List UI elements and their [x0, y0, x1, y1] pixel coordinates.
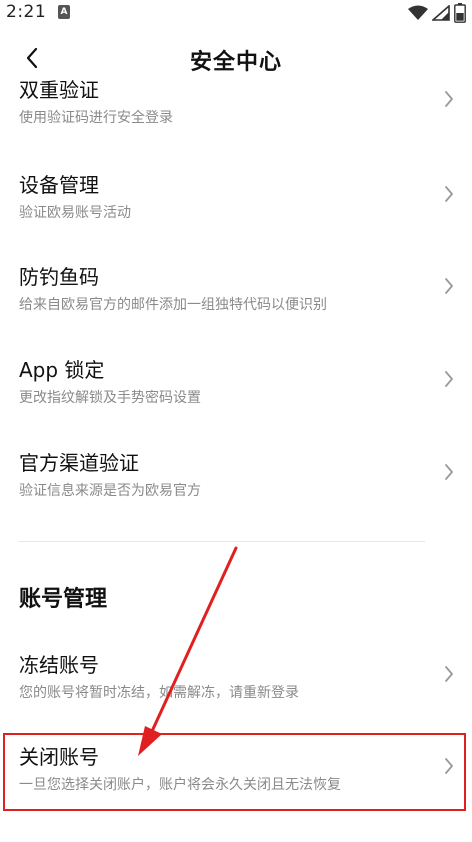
- item-title: App 锁定: [19, 358, 105, 382]
- chevron-right-icon: [445, 666, 453, 682]
- header: 安全中心: [0, 36, 472, 80]
- chevron-right-icon: [445, 186, 453, 202]
- item-title: 官方渠道验证: [19, 451, 139, 475]
- item-title: 冻结账号: [19, 653, 99, 677]
- item-subtitle: 您的账号将暂时冻结，如需解冻，请重新登录: [19, 685, 299, 701]
- chevron-right-icon: [445, 278, 453, 294]
- item-subtitle: 更改指纹解锁及手势密码设置: [19, 390, 201, 406]
- chevron-right-icon: [445, 91, 453, 107]
- item-subtitle: 给来自欧易官方的邮件添加一组独特代码以便识别: [19, 297, 327, 313]
- status-icons: [408, 3, 466, 23]
- battery-icon: [454, 3, 466, 23]
- wifi-icon: [408, 5, 428, 20]
- item-title: 双重验证: [19, 78, 99, 102]
- item-subtitle: 一旦您选择关闭账户，账户将会永久关闭且无法恢复: [19, 777, 341, 793]
- status-bar: 2:21 A: [0, 0, 472, 28]
- settings-list[interactable]: 双重验证 使用验证码进行安全登录 设备管理 验证欧易账号活动 防钓鱼码 给来自欧…: [0, 76, 472, 842]
- account-management-heading: 账号管理: [19, 587, 108, 612]
- chevron-right-icon: [445, 758, 453, 774]
- item-title: 防钓鱼码: [19, 265, 99, 289]
- signal-icon: [432, 5, 450, 21]
- chevron-right-icon: [445, 464, 453, 480]
- page-title: 安全中心: [189, 50, 282, 75]
- item-title: 设备管理: [19, 173, 99, 197]
- item-subtitle: 验证欧易账号活动: [19, 205, 131, 221]
- close-account-item[interactable]: 关闭账号 一旦您选择关闭账户，账户将会永久关闭且无法恢复: [0, 741, 472, 833]
- anti-phishing-code-item[interactable]: 防钓鱼码 给来自欧易官方的邮件添加一组独特代码以便识别: [0, 261, 472, 353]
- official-channel-verification-item[interactable]: 官方渠道验证 验证信息来源是否为欧易官方: [0, 447, 472, 539]
- chevron-right-icon: [445, 371, 453, 387]
- section-divider: [19, 541, 425, 542]
- status-time: 2:21: [6, 2, 47, 22]
- app-notification-icon: A: [58, 5, 70, 19]
- two-factor-verification-item[interactable]: 双重验证 使用验证码进行安全登录: [0, 76, 472, 166]
- freeze-account-item[interactable]: 冻结账号 您的账号将暂时冻结，如需解冻，请重新登录: [0, 649, 472, 741]
- item-subtitle: 验证信息来源是否为欧易官方: [19, 483, 201, 499]
- item-subtitle: 使用验证码进行安全登录: [19, 110, 173, 126]
- app-lock-item[interactable]: App 锁定 更改指纹解锁及手势密码设置: [0, 354, 472, 446]
- item-title: 关闭账号: [19, 745, 99, 769]
- device-management-item[interactable]: 设备管理 验证欧易账号活动: [0, 169, 472, 261]
